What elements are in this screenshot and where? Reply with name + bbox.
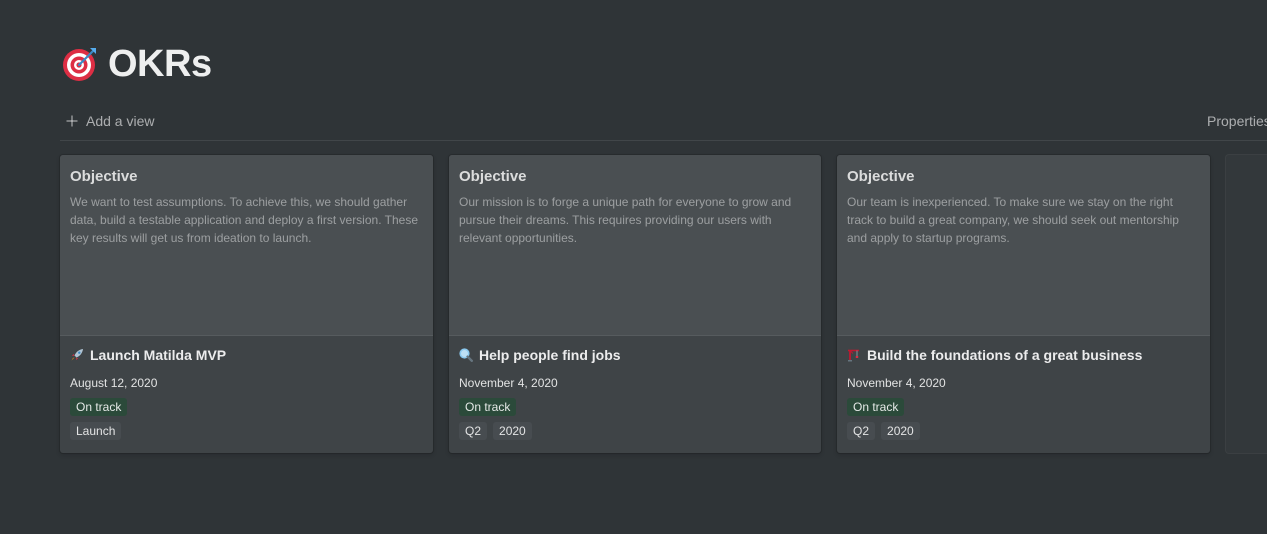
- cover-text: Our team is inexperienced. To make sure …: [847, 195, 1179, 245]
- tags-row: Q2 2020: [459, 422, 811, 440]
- view-toolbar: Add a view Properties: [60, 104, 1267, 141]
- tag: Q2: [847, 422, 876, 440]
- card-title-text: Launch Matilda MVP: [90, 347, 227, 363]
- tags-row: Q2 2020: [847, 422, 1200, 440]
- cover-text: Our mission is to forge a unique path fo…: [459, 195, 792, 245]
- status-row: On track: [70, 398, 423, 416]
- cover-heading: Objective: [70, 168, 138, 185]
- add-view-label: Add a view: [86, 113, 155, 129]
- page-title: OKRs: [108, 43, 212, 85]
- card-title-text: Build the foundations of a great busines…: [867, 347, 1143, 363]
- okrs-page: OKRs Add a view Properties Objective We …: [0, 0, 1267, 534]
- card-date: November 4, 2020: [459, 376, 558, 390]
- cover-heading: Objective: [847, 168, 915, 185]
- properties-button[interactable]: Properties: [1207, 108, 1267, 134]
- card-cover: Objective Our mission is to forge a uniq…: [449, 155, 821, 336]
- card-body: Launch Matilda MVP August 12, 2020 On tr…: [70, 345, 423, 440]
- construction-crane-icon: [848, 349, 859, 362]
- status-row: On track: [459, 398, 811, 416]
- tags-row: Launch: [70, 422, 423, 440]
- magnifying-glass-icon: [459, 348, 473, 362]
- add-view-button[interactable]: Add a view: [66, 108, 154, 134]
- card-cover: Objective Our team is inexperienced. To …: [837, 155, 1210, 336]
- cover-heading: Objective: [459, 168, 527, 185]
- card-cover: Objective We want to test assumptions. T…: [60, 155, 433, 336]
- card-title: Help people find jobs: [459, 345, 811, 365]
- status-badge: On track: [459, 398, 517, 416]
- target-icon[interactable]: [62, 46, 98, 82]
- card-title: Launch Matilda MVP: [70, 345, 423, 365]
- card-title-text: Help people find jobs: [479, 347, 621, 363]
- status-row: On track: [847, 398, 1200, 416]
- gallery-card[interactable]: Objective Our team is inexperienced. To …: [837, 155, 1210, 453]
- gallery-card-partial[interactable]: [1226, 155, 1267, 453]
- card-date: November 4, 2020: [847, 376, 946, 390]
- rocket-icon: [71, 349, 83, 361]
- plus-icon: [66, 115, 78, 127]
- card-title: Build the foundations of a great busines…: [847, 345, 1200, 365]
- card-body: Build the foundations of a great busines…: [847, 345, 1200, 440]
- cover-text: We want to test assumptions. To achieve …: [70, 195, 418, 245]
- status-badge: On track: [847, 398, 905, 416]
- gallery-card[interactable]: Objective Our mission is to forge a uniq…: [449, 155, 821, 453]
- tag: 2020: [881, 422, 920, 440]
- page-header: OKRs: [62, 42, 212, 86]
- tag: 2020: [493, 422, 532, 440]
- card-body: Help people find jobs November 4, 2020 O…: [459, 345, 811, 440]
- card-date: August 12, 2020: [70, 376, 158, 390]
- tag: Launch: [70, 422, 122, 440]
- tag: Q2: [459, 422, 488, 440]
- status-badge: On track: [70, 398, 128, 416]
- gallery-card[interactable]: Objective We want to test assumptions. T…: [60, 155, 433, 453]
